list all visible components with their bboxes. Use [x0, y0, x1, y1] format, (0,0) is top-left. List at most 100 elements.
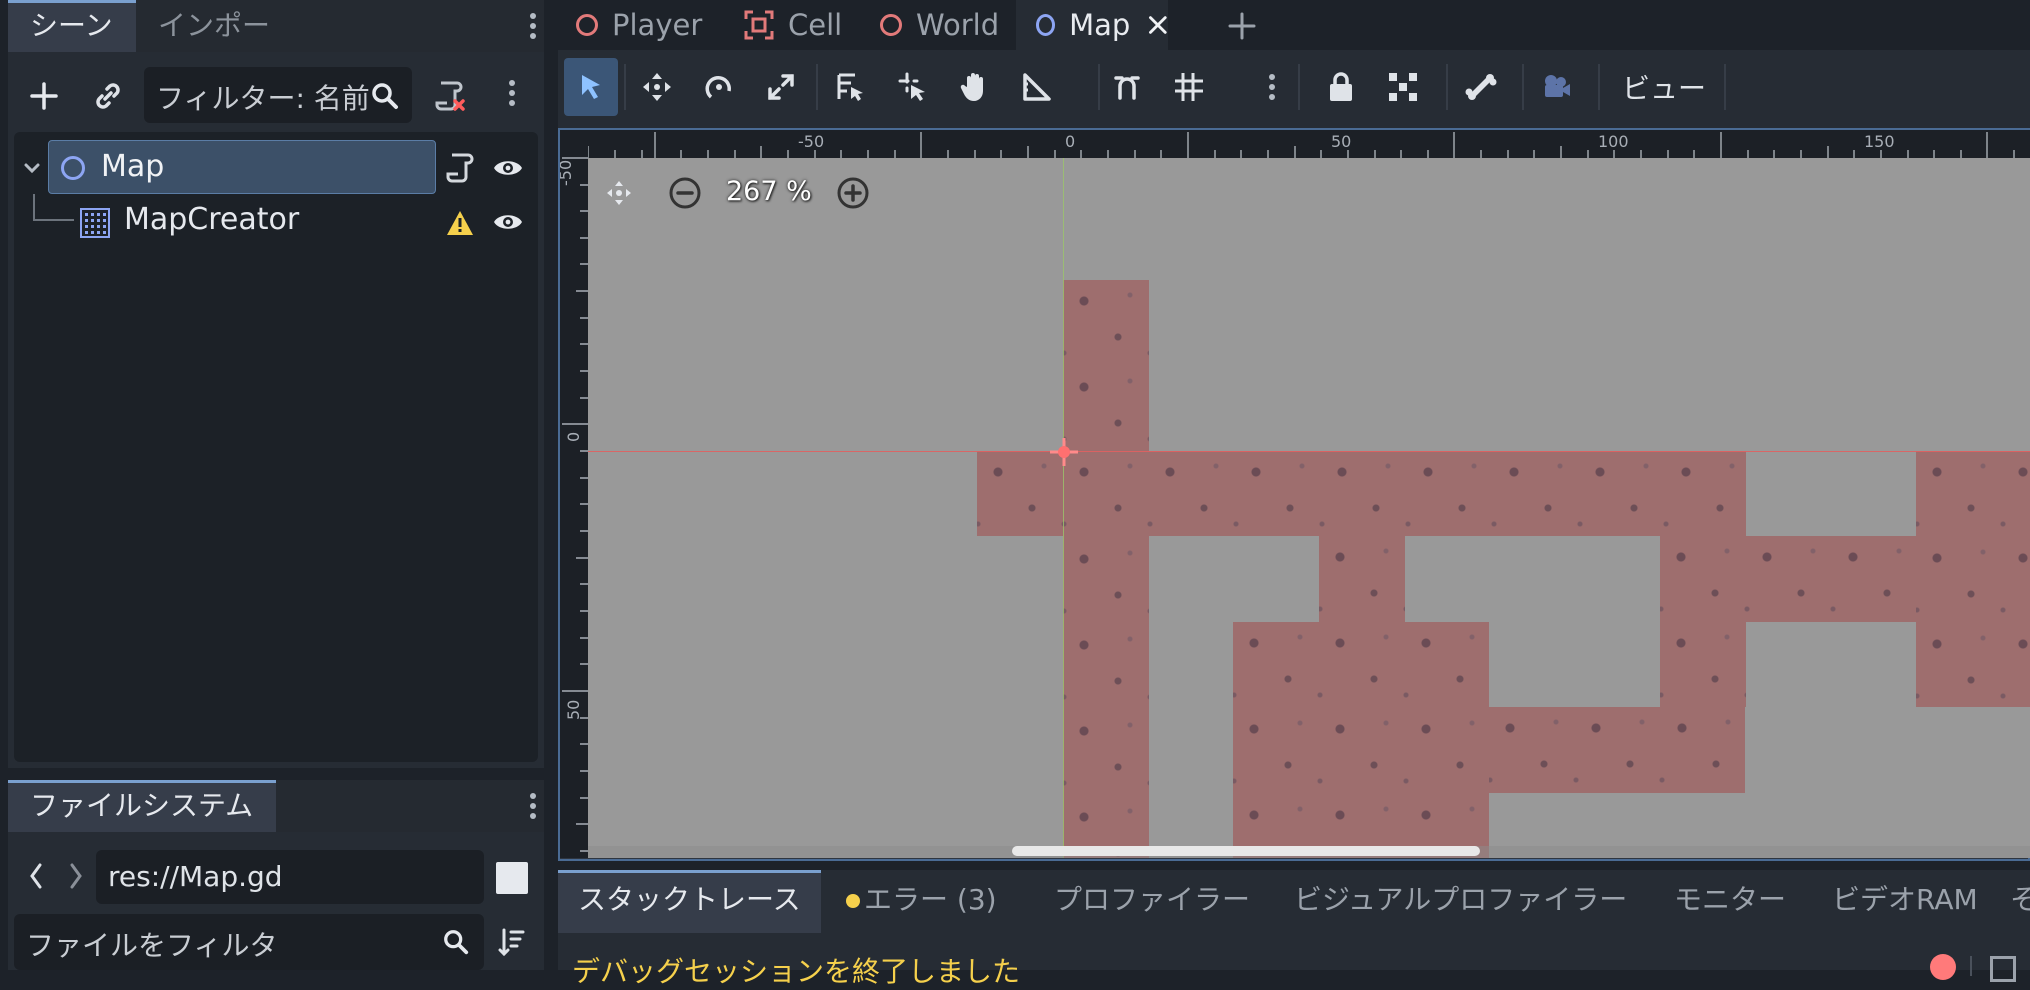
ruler-label: 50 — [564, 699, 583, 720]
scene-dock-menu-icon[interactable] — [528, 9, 538, 43]
pan-mode-button[interactable] — [948, 58, 1002, 116]
tab-errors[interactable]: エラー (3) — [846, 870, 1017, 930]
group-icon — [1389, 73, 1417, 101]
node-warning-button[interactable] — [442, 206, 478, 240]
select-arrow-icon — [582, 75, 600, 99]
node2d-icon — [880, 14, 902, 36]
select-mode-button[interactable] — [564, 58, 618, 116]
h-scrollbar-thumb[interactable] — [1012, 846, 1480, 856]
scene-tab-world[interactable]: World — [880, 0, 999, 50]
camera-icon — [1545, 75, 1570, 97]
scene-options-menu-icon[interactable] — [507, 76, 517, 110]
ruler-mode-button[interactable] — [1010, 58, 1064, 116]
bone-icon — [1465, 74, 1497, 100]
scene-filter-input[interactable]: フィルター: 名前 — [144, 67, 412, 123]
origin-pivot-icon[interactable] — [1049, 437, 1079, 467]
close-icon[interactable] — [1148, 13, 1168, 37]
file-filter-input[interactable]: ファイルをフィルタ — [14, 914, 484, 970]
tilemap-icon — [80, 208, 110, 238]
group-button[interactable] — [1376, 58, 1430, 116]
lock-button[interactable] — [1314, 58, 1368, 116]
tab-scene[interactable]: シーン — [8, 0, 136, 52]
zoom-in-icon[interactable] — [836, 176, 870, 210]
scale-mode-button[interactable] — [754, 58, 808, 116]
ruler-label: -50 — [560, 159, 575, 186]
script-remove-icon — [435, 81, 465, 111]
tab-stack-trace[interactable]: スタックトレース — [558, 870, 821, 933]
zoom-out-icon[interactable] — [668, 176, 702, 210]
view-menu[interactable]: ビュー — [1622, 64, 1706, 114]
grid-icon — [1175, 73, 1203, 101]
new-scene-tab-button[interactable] — [1224, 8, 1260, 44]
sort-button[interactable] — [494, 922, 530, 962]
canvas-toolbar: ビュー — [558, 50, 2030, 130]
visibility-toggle[interactable] — [488, 202, 528, 242]
debugger-panel: スタックトレース エラー (3) プロファイラー ビジュアルプロファイラー モニ… — [558, 870, 2030, 988]
move-mode-button[interactable] — [630, 58, 684, 116]
copy-icon[interactable] — [1990, 956, 2016, 982]
tab-monitor[interactable]: モニター — [1654, 870, 1806, 930]
visibility-toggle[interactable] — [488, 148, 528, 188]
center-view-icon[interactable] — [604, 178, 634, 208]
tab-import[interactable]: インポート — [136, 0, 316, 94]
scene-tab-cell[interactable]: Cell — [744, 0, 842, 50]
back-button[interactable] — [22, 858, 50, 894]
tab-filesystem[interactable]: ファイルシステム — [8, 780, 276, 832]
ruler-label: 50 — [1331, 132, 1352, 151]
filesystem-menu-icon[interactable] — [528, 789, 538, 823]
scene-tab-player[interactable]: Player — [576, 0, 702, 50]
scene-tabs-bar: Player Cell World Map — [558, 0, 2030, 50]
zoom-level[interactable]: 267 % — [726, 176, 812, 207]
scene-tab-label: World — [916, 8, 1000, 42]
collapse-arrow-icon[interactable] — [22, 158, 42, 178]
smart-snap-button[interactable] — [1100, 58, 1154, 116]
forward-button[interactable] — [62, 858, 90, 894]
add-node-button[interactable] — [22, 74, 66, 118]
scene-tab-map[interactable]: Map — [1016, 0, 1168, 50]
separator — [1970, 956, 1972, 976]
tree-item-mapcreator[interactable]: MapCreator — [124, 202, 299, 237]
ruler-label: 0 — [1065, 132, 1076, 151]
toggle-split-mode-button[interactable] — [496, 862, 528, 894]
sort-icon — [498, 928, 525, 957]
tab-more[interactable]: そ — [1990, 870, 2030, 930]
tree-item-map[interactable]: Map — [48, 140, 436, 194]
skeleton-button[interactable] — [1454, 58, 1508, 116]
snap-options-menu-icon[interactable] — [1267, 70, 1277, 104]
ruler-label: 0 — [564, 431, 583, 442]
rotate-mode-button[interactable] — [692, 58, 746, 116]
rotate-icon — [705, 75, 731, 99]
tab-profiler[interactable]: プロファイラー — [1034, 870, 1270, 930]
tab-video-ram[interactable]: ビデオRAM — [1812, 870, 1998, 930]
tile-block — [1319, 536, 1405, 622]
path-field[interactable]: res://Map.gd — [96, 850, 484, 904]
tab-visual-profiler[interactable]: ビジュアルプロファイラー — [1274, 870, 1647, 930]
pivot-mode-button[interactable] — [886, 58, 940, 116]
horizontal-ruler[interactable]: -50 0 50 100 150 — [560, 130, 2030, 158]
script-icon — [446, 153, 474, 183]
x-axis-line — [588, 451, 2030, 452]
control-icon — [744, 10, 774, 40]
node2d-icon — [1036, 14, 1056, 36]
ruler-ticks — [587, 132, 2015, 158]
chevron-left-icon — [30, 863, 42, 889]
instance-scene-button[interactable] — [86, 74, 130, 118]
scene-canvas[interactable]: 267 % — [588, 158, 2030, 858]
chevron-right-icon — [70, 863, 82, 889]
ruler-label: 100 — [1598, 132, 1629, 151]
scale-icon — [768, 74, 794, 100]
list-select-button[interactable] — [824, 58, 878, 116]
camera-override-button[interactable] — [1530, 58, 1584, 116]
vertical-ruler[interactable]: -50 0 50 — [560, 130, 588, 858]
detach-script-button[interactable] — [428, 74, 472, 118]
record-icon[interactable] — [1930, 954, 1956, 980]
hand-icon — [960, 73, 983, 101]
plus-icon — [1228, 12, 1256, 40]
ruler-ticks — [562, 157, 588, 852]
ruler-label: -50 — [798, 132, 825, 151]
grid-snap-button[interactable] — [1162, 58, 1216, 116]
eye-icon — [494, 161, 522, 175]
ruler-icon — [1023, 73, 1051, 101]
open-script-button[interactable] — [442, 148, 478, 188]
tree-guide-line — [33, 194, 74, 221]
